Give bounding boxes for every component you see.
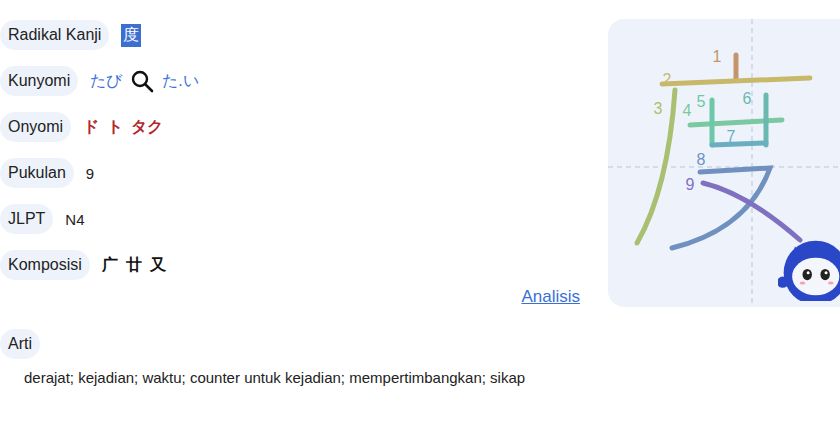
meaning-label: Arti — [0, 329, 40, 359]
row-value: 9 — [86, 165, 94, 182]
kanji-page: Radikal Kanji 度 Kunyomi たび た.い Onyomi ド ト … — [0, 0, 840, 423]
row-values: ド ト タク — [83, 117, 163, 138]
mascot-icon[interactable] — [778, 235, 840, 301]
row-values: N4 — [65, 211, 84, 228]
analysis-link[interactable]: Analisis — [521, 287, 580, 307]
meaning-text: derajat; kejadian; waktu; counter untuk … — [0, 369, 580, 386]
info-row: Komposisi 广 廿 又 — [0, 250, 580, 280]
info-row: Onyomi ド ト タク — [0, 112, 580, 142]
stroke — [764, 95, 769, 145]
row-label: Komposisi — [0, 250, 90, 280]
row-value: 廿 — [126, 255, 142, 276]
stroke — [662, 78, 810, 84]
info-row: Kunyomi たび た.い — [0, 66, 580, 96]
stroke-number: 6 — [743, 90, 752, 107]
stroke-number: 7 — [727, 128, 736, 145]
row-label: JLPT — [0, 204, 53, 234]
meaning-row: Arti — [0, 329, 580, 359]
row-value: N4 — [65, 211, 84, 228]
analysis-row: Analisis — [0, 287, 580, 307]
row-label: Onyomi — [0, 112, 71, 142]
row-value[interactable]: ト — [107, 117, 123, 138]
stroke-number: 9 — [686, 176, 695, 193]
row-values: 度 — [121, 24, 141, 47]
row-value[interactable]: タク — [131, 117, 163, 138]
row-values: 广 廿 又 — [102, 255, 166, 276]
stroke-number: 3 — [654, 100, 663, 117]
row-values: 9 — [86, 165, 94, 182]
stroke-number: 8 — [697, 151, 706, 168]
row-value[interactable]: た.い — [162, 71, 198, 92]
row-values: たび た.い — [90, 69, 198, 93]
row-value[interactable]: たび — [90, 71, 122, 92]
kanji-info: Radikal Kanji 度 Kunyomi たび た.い Onyomi ド ト … — [0, 0, 580, 423]
row-value: 度 — [121, 24, 141, 47]
stroke — [637, 90, 675, 243]
stroke-order-panel: 123456789 — [608, 19, 840, 307]
stroke-number: 4 — [683, 102, 692, 119]
row-value: 广 — [102, 255, 118, 276]
row-value: 又 — [150, 255, 166, 276]
stroke-number: 5 — [697, 93, 706, 110]
stroke — [703, 183, 800, 240]
row-label: Radikal Kanji — [0, 20, 109, 50]
info-row: Radikal Kanji 度 — [0, 20, 580, 50]
row-value[interactable]: ド — [83, 117, 99, 138]
info-row: Pukulan 9 — [0, 158, 580, 188]
row-label: Pukulan — [0, 158, 74, 188]
stroke — [734, 55, 739, 80]
stroke-number: 1 — [713, 48, 722, 65]
info-row: JLPT N4 — [0, 204, 580, 234]
stroke — [710, 100, 715, 145]
magnifier-icon — [130, 69, 154, 93]
stroke-number: 2 — [663, 71, 672, 88]
stroke — [712, 143, 766, 145]
row-label: Kunyomi — [0, 66, 78, 96]
